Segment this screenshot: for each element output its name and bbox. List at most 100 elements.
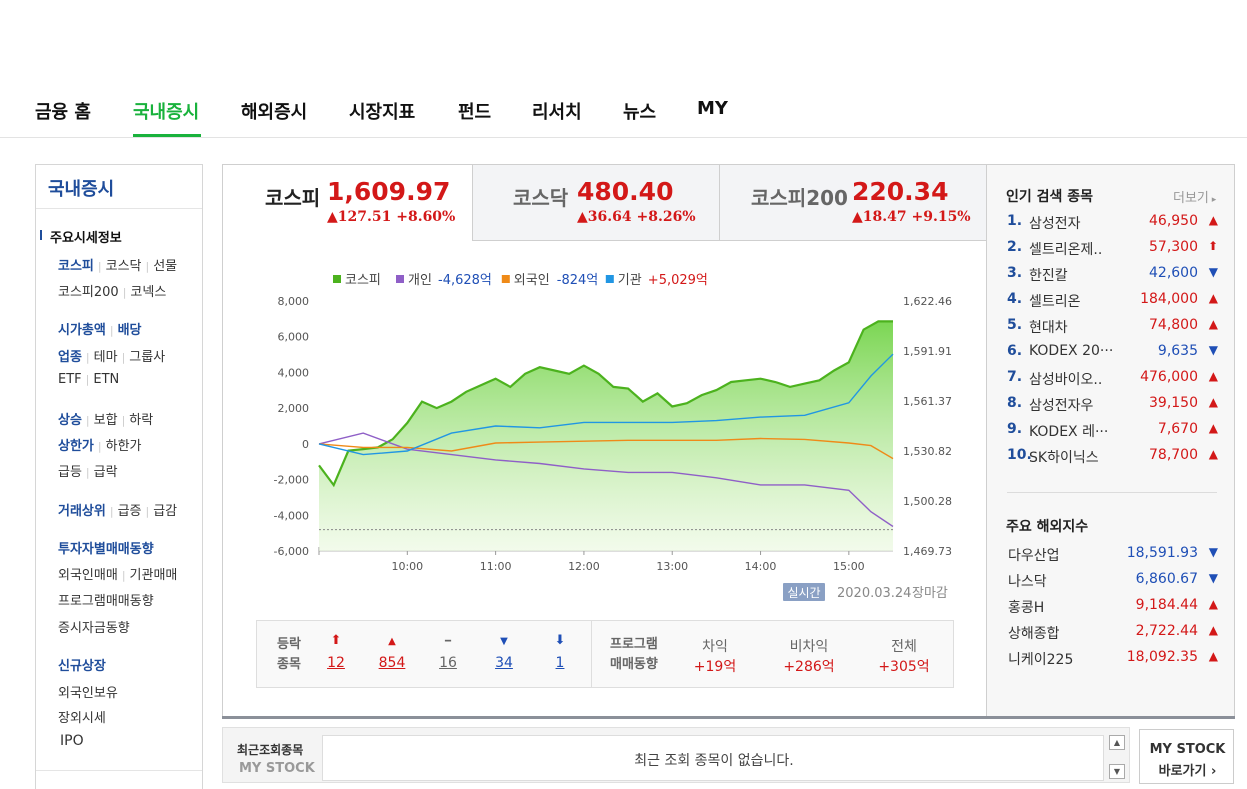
stock-name[interactable]: 한진칼 [1029, 265, 1123, 285]
popular-stock-row[interactable]: 2. 셀트리온제.. 57,300 ⬆ [1007, 239, 1222, 265]
sidebar-link-program-trend[interactable]: 프로그램매매동향 [58, 594, 154, 609]
sidebar-link-ipo[interactable]: IPO [60, 733, 84, 749]
tab-kospi200[interactable]: 코스피200 220.34 ▲18.47 +9.15% [719, 165, 986, 241]
stock-name[interactable]: 셀트리온 [1029, 291, 1123, 311]
sidebar-link-kospi200[interactable]: 코스피200 [58, 285, 119, 300]
popular-stock-row[interactable]: 6. KODEX 20··· 9,635 ▼ [1007, 343, 1222, 369]
sidebar-link-etf[interactable]: ETF [58, 372, 82, 387]
nav-item-my[interactable]: MY [697, 98, 728, 119]
nav-item-research[interactable]: 리서치 [532, 98, 582, 124]
sidebar-link-market-cap[interactable]: 시가총액 [58, 323, 106, 338]
sidebar-link-otc[interactable]: 장외시세 [58, 711, 106, 726]
market-overview-panel: 코스피 1,609.97 ▲127.51 +8.60% 코스닥 480.40 ▲… [222, 164, 1235, 717]
world-index-row[interactable]: 니케이225 18,092.35 ▲ [1008, 649, 1222, 675]
world-index-row[interactable]: 나스닥 6,860.67 ▼ [1008, 571, 1222, 597]
sidebar-row: 급등 | 급락 [58, 465, 118, 480]
sidebar-row: 시가총액 | 배당 [58, 323, 142, 338]
stock-name[interactable]: 현대차 [1029, 317, 1123, 337]
y-right-tick-label: 1,530.82 [903, 445, 952, 458]
world-index-row[interactable]: 상해종합 2,722.44 ▲ [1008, 623, 1222, 649]
legend-label: 코스피 [345, 273, 381, 288]
nav-item-overseas[interactable]: 해외증시 [241, 98, 307, 124]
index-name[interactable]: 니케이225 [1008, 649, 1073, 669]
stock-name[interactable]: 삼성전자 [1029, 213, 1123, 233]
legend-label: 외국인 [514, 273, 550, 288]
scroll-down-button[interactable]: ▼ [1109, 764, 1125, 779]
legend-label: 개인 [408, 273, 432, 288]
popular-stock-row[interactable]: 5. 현대차 74,800 ▲ [1007, 317, 1222, 343]
more-link[interactable]: 더보기 ▸ [1173, 187, 1216, 206]
scroll-up-button[interactable]: ▲ [1109, 735, 1125, 750]
tab-kospi[interactable]: 코스피 1,609.97 ▲127.51 +8.60% [223, 165, 472, 241]
popular-stock-row[interactable]: 7. 삼성바이오.. 476,000 ▲ [1007, 369, 1222, 395]
popular-stock-row[interactable]: 10. SK하이닉스 78,700 ▲ [1007, 447, 1222, 473]
up-arrow-icon: ▲ [1208, 369, 1218, 383]
tab-name: 코스닥 [513, 186, 569, 210]
my-stock-shortcut-button[interactable]: MY STOCK 바로가기 › [1139, 729, 1234, 784]
sidebar-link-investor-trend[interactable]: 투자자별매매동향 [58, 542, 154, 557]
upper-limit-count[interactable]: 12 [316, 655, 356, 671]
sidebar-link-institution-trade[interactable]: 기관매매 [130, 568, 178, 583]
sidebar-link-surge[interactable]: 급등 [58, 465, 82, 480]
sidebar-link-dividend[interactable]: 배당 [118, 323, 142, 338]
sidebar-link-foreign-trade[interactable]: 외국인매매 [58, 568, 118, 583]
sidebar-link-volume-surge[interactable]: 급증 [118, 504, 142, 519]
my-stock-label[interactable]: MY STOCK [239, 761, 315, 776]
world-index-row[interactable]: 홍콩H 9,184.44 ▲ [1008, 597, 1222, 623]
stock-price: 39,150 [1149, 395, 1198, 411]
kospi-area [319, 321, 893, 551]
nav-item-news[interactable]: 뉴스 [623, 98, 656, 124]
down-arrow-icon: ▼ [1208, 265, 1218, 279]
sidebar-link-sector[interactable]: 업종 [58, 350, 82, 365]
sidebar-link-kosdaq[interactable]: 코스닥 [106, 259, 142, 274]
up-arrow-icon: ▲ [1208, 291, 1218, 305]
popular-stock-row[interactable]: 4. 셀트리온 184,000 ▲ [1007, 291, 1222, 317]
world-index-row[interactable]: 다우산업 18,591.93 ▼ [1008, 545, 1222, 571]
sidebar-link-kospi[interactable]: 코스피 [58, 259, 94, 274]
tab-kosdaq[interactable]: 코스닥 480.40 ▲36.64 +8.26% [472, 165, 719, 241]
popular-stock-row[interactable]: 3. 한진칼 42,600 ▼ [1007, 265, 1222, 291]
sidebar-link-new-listing[interactable]: 신규상장 [58, 659, 106, 674]
nav-item-finance-home[interactable]: 금융 홈 [35, 98, 91, 124]
sidebar-link-group[interactable]: 그룹사 [129, 350, 165, 365]
sidebar-link-foreign-holding[interactable]: 외국인보유 [58, 686, 118, 701]
index-name[interactable]: 홍콩H [1008, 597, 1044, 617]
stock-name[interactable]: SK하이닉스 [1029, 447, 1123, 467]
index-name[interactable]: 다우산업 [1008, 545, 1060, 565]
stock-name[interactable]: 삼성전자우 [1029, 395, 1123, 415]
stock-name[interactable]: KODEX 20··· [1029, 343, 1123, 359]
sidebar-link-lower-limit[interactable]: 하한가 [106, 439, 142, 454]
lower-limit-count[interactable]: 1 [540, 655, 580, 671]
x-tick-label: 14:00 [745, 560, 777, 573]
sidebar-row: ETF | ETN [58, 372, 120, 387]
sidebar-link-top-volume[interactable]: 거래상위 [58, 504, 106, 519]
sidebar-link-fall[interactable]: 하락 [129, 413, 153, 428]
sidebar-link-theme[interactable]: 테마 [94, 350, 118, 365]
flat-count[interactable]: 16 [428, 655, 468, 671]
sidebar-link-etn[interactable]: ETN [93, 372, 119, 387]
nav-item-domestic[interactable]: 국내증시 [133, 98, 199, 124]
sidebar-row: 외국인매매 | 기관매매 [58, 568, 178, 583]
nav-item-fund[interactable]: 펀드 [458, 98, 491, 124]
popular-stock-row[interactable]: 9. KODEX 레··· 7,670 ▲ [1007, 421, 1222, 447]
nav-item-market-index[interactable]: 시장지표 [349, 98, 415, 124]
popular-stock-row[interactable]: 8. 삼성전자우 39,150 ▲ [1007, 395, 1222, 421]
sidebar-row: IPO [60, 733, 84, 749]
sidebar-link-flat[interactable]: 보합 [94, 413, 118, 428]
sidebar-link-rise[interactable]: 상승 [58, 413, 82, 428]
index-name[interactable]: 상해종합 [1008, 623, 1060, 643]
sidebar-link-volume-drop[interactable]: 급감 [153, 504, 177, 519]
my-stock-button-line1: MY STOCK [1149, 742, 1226, 757]
sidebar-link-futures[interactable]: 선물 [153, 259, 177, 274]
stock-name[interactable]: 셀트리온제.. [1029, 239, 1123, 259]
sidebar-link-fund-trend[interactable]: 증시자금동향 [58, 621, 130, 636]
index-name[interactable]: 나스닥 [1008, 571, 1047, 591]
stock-name[interactable]: 삼성바이오.. [1029, 369, 1123, 389]
stock-name[interactable]: KODEX 레··· [1029, 421, 1123, 441]
sidebar-link-upper-limit[interactable]: 상한가 [58, 439, 94, 454]
sidebar-link-plunge[interactable]: 급락 [94, 465, 118, 480]
sidebar-link-konex[interactable]: 코넥스 [130, 285, 166, 300]
fall-count[interactable]: 34 [484, 655, 524, 671]
popular-stock-row[interactable]: 1. 삼성전자 46,950 ▲ [1007, 213, 1222, 239]
rise-count[interactable]: 854 [372, 655, 412, 671]
